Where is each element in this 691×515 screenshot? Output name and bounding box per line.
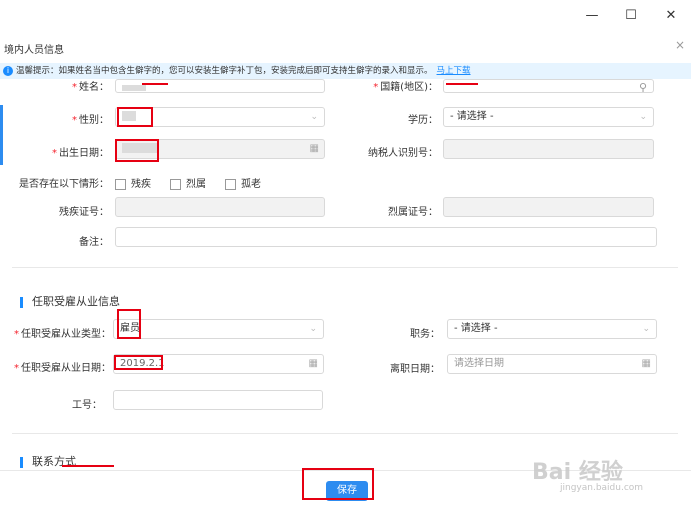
annotation-box-employment-date [114, 355, 163, 370]
employment-type-select[interactable]: 雇员 ⌄ [113, 319, 324, 339]
checkbox-martyr[interactable]: 烈属 [170, 175, 206, 190]
annotation-box-save [302, 468, 374, 500]
employment-type-label: * 任职受雇从业类型： [14, 329, 111, 340]
section-divider [12, 267, 678, 268]
chevron-down-icon: ⌄ [310, 112, 318, 122]
tip-banner: i 温馨提示：如果姓名当中包含生僻字的，您可以安装生僻字补丁包，安装完成后即可支… [0, 63, 691, 79]
disability-cert-input[interactable] [115, 197, 325, 217]
nationality-input[interactable]: ⚲ [443, 79, 654, 93]
position-select[interactable]: - 请选择 - ⌄ [447, 319, 657, 339]
employment-section-title: 任职受雇从业信息 [20, 293, 120, 309]
window-titlebar: — ☐ ✕ [0, 0, 691, 34]
nationality-label: * 国籍(地区)： [373, 82, 438, 93]
watermark-url: jingyan.baidu.com [560, 483, 644, 493]
annotation-box-birth [115, 139, 159, 162]
staff-id-label: 工号： [72, 400, 102, 411]
minimize-button[interactable]: — [580, 6, 604, 26]
tip-text: 温馨提示：如果姓名当中包含生僻字的，您可以安装生僻字补丁包，安装完成后即可支持生… [16, 66, 433, 76]
annotation-box-gender [117, 107, 153, 127]
taxid-input[interactable] [443, 139, 654, 159]
annotation-box-employment-type [117, 309, 141, 339]
close-window-button[interactable]: ✕ [659, 6, 683, 26]
annotation-underline-nationality [446, 83, 478, 85]
calendar-icon: ▦ [641, 358, 651, 369]
chevron-down-icon: ⌄ [642, 324, 650, 334]
name-input[interactable] [115, 79, 325, 93]
education-select[interactable]: - 请选择 - ⌄ [443, 107, 654, 127]
chevron-down-icon: ⌄ [639, 112, 647, 122]
watermark-logo: Bai 经验 [532, 460, 623, 485]
left-edge-accent [0, 105, 3, 165]
annotation-underline-name [142, 83, 168, 85]
martyr-cert-input[interactable] [443, 197, 654, 217]
maximize-button[interactable]: ☐ [619, 6, 643, 26]
employment-date-label: * 任职受雇从业日期： [14, 363, 111, 374]
search-icon[interactable]: ⚲ [639, 80, 647, 92]
staff-id-input[interactable] [113, 390, 323, 410]
tip-text-wrap: 温馨提示：如果姓名当中包含生僻字的，您可以安装生僻字补丁包，安装完成后即可支持生… [16, 63, 471, 79]
download-link[interactable]: 马上下载 [437, 66, 471, 76]
education-label: 学历： [408, 115, 438, 126]
martyr-cert-label: 烈属证号： [388, 207, 438, 218]
info-icon: i [3, 66, 13, 76]
calendar-icon: ▦ [309, 143, 319, 154]
dialog-close-button[interactable]: × [675, 38, 685, 52]
gender-label: * 性别： [72, 115, 109, 126]
disability-cert-label: 残疾证号： [59, 207, 109, 218]
situation-label: 是否存在以下情形： [19, 179, 109, 190]
remark-input[interactable] [115, 227, 657, 247]
taxid-label: 纳税人识别号： [368, 148, 438, 159]
leave-date-label: 离职日期： [390, 364, 440, 375]
section-divider [12, 433, 678, 434]
chevron-down-icon: ⌄ [309, 324, 317, 334]
annotation-underline-contact [62, 465, 114, 467]
checkbox-disability[interactable]: 残疾 [115, 175, 151, 190]
dialog-title: 境内人员信息 [4, 45, 64, 56]
birth-label: * 出生日期： [52, 148, 109, 159]
checkbox-elderly[interactable]: 孤老 [225, 175, 261, 190]
calendar-icon: ▦ [308, 358, 318, 369]
position-label: 职务： [410, 329, 440, 340]
name-label: * 姓名： [72, 82, 109, 93]
leave-date-input[interactable]: 请选择日期 ▦ [447, 354, 657, 374]
remark-label: 备注： [79, 237, 109, 248]
